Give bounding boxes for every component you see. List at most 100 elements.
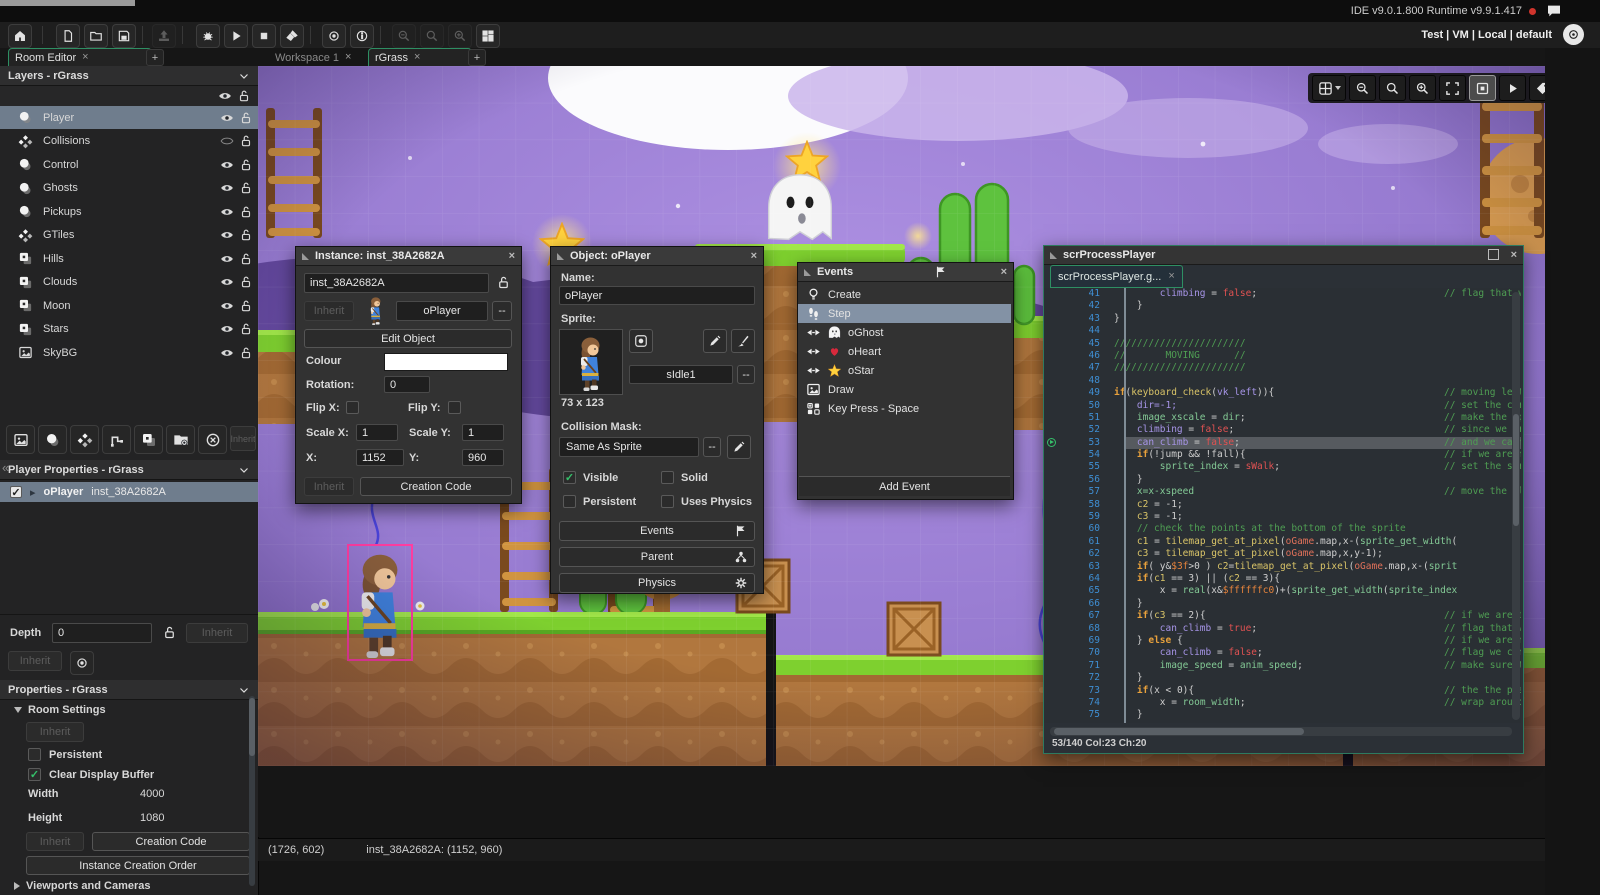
event-row-ostar[interactable]: oStar — [798, 361, 1011, 380]
size-inherit-button[interactable]: Inherit — [26, 832, 84, 851]
add-path-layer-button[interactable] — [102, 425, 131, 454]
open-project-button[interactable] — [84, 24, 108, 48]
object-window-titlebar[interactable]: Object: oPlayer — [551, 247, 763, 266]
event-row-oheart[interactable]: oHeart — [798, 342, 1011, 361]
scale-y-input[interactable]: 1 — [462, 424, 504, 441]
code-horizontal-scrollbar[interactable] — [1050, 727, 1512, 736]
height-value[interactable]: 1080 — [140, 812, 164, 824]
layer-lock-icon[interactable] — [239, 205, 253, 219]
code-line-51[interactable]: 51 image_xscale = dir;// make the spri — [1044, 412, 1521, 424]
event-row-oghost[interactable]: oGhost — [798, 323, 1011, 342]
save-project-button[interactable] — [112, 24, 136, 48]
code-line-73[interactable]: 73 if(x < 0){// the the playe — [1044, 685, 1521, 697]
target-button[interactable] — [322, 24, 346, 48]
target-manager-icon[interactable] — [1563, 24, 1584, 45]
code-line-49[interactable]: 49 if(keyboard_check(vk_left)){// moving … — [1044, 387, 1521, 399]
layer-row-player[interactable]: Player — [0, 106, 258, 129]
code-line-70[interactable]: 70 can_climb = false;// flag we cant — [1044, 647, 1521, 659]
layer-visibility-icon[interactable] — [220, 181, 234, 195]
instance-creation-code-button[interactable]: Creation Code — [360, 477, 512, 496]
grid-options-button[interactable] — [1312, 75, 1346, 101]
event-row-create[interactable]: Create — [798, 285, 1011, 304]
code-line-74[interactable]: 74 x = room_width;// wrap around t — [1044, 697, 1521, 709]
layer-lock-icon[interactable] — [239, 181, 253, 195]
zoom-reset-button[interactable] — [420, 24, 444, 48]
tab-rgrass[interactable]: rGrass — [368, 48, 472, 66]
scale-x-input[interactable]: 1 — [356, 424, 398, 441]
instance-creation-order-button[interactable]: Instance Creation Order — [26, 856, 250, 875]
sprite-combo[interactable]: sIdle1 — [629, 365, 733, 384]
events-window-titlebar[interactable]: Events — [798, 263, 1013, 282]
code-line-43[interactable]: 43} — [1044, 313, 1521, 325]
width-value[interactable]: 4000 — [140, 788, 164, 800]
canvas-zoom-reset-button[interactable] — [1379, 75, 1406, 101]
layer-lock-icon[interactable] — [239, 346, 253, 360]
sprite-paint-button[interactable] — [731, 329, 755, 353]
code-line-54[interactable]: 54 if(!jump && !fall){// if we are not — [1044, 449, 1521, 461]
layer-visibility-icon[interactable] — [220, 228, 234, 242]
code-line-52[interactable]: 52 climbing = false;// since we are — [1044, 424, 1521, 436]
export-button[interactable] — [152, 24, 176, 48]
run-button[interactable] — [224, 24, 248, 48]
code-line-68[interactable]: 68 can_climb = true;// flag that we — [1044, 623, 1521, 635]
code-line-48[interactable]: 48 — [1044, 375, 1521, 387]
room-settings-section[interactable]: Room Settings — [14, 704, 106, 716]
layer-lock-icon[interactable] — [239, 134, 253, 148]
close-icon[interactable] — [345, 52, 351, 63]
sprite-picker-button[interactable] — [629, 329, 653, 353]
object-picker-button[interactable]: -- — [492, 301, 512, 321]
layer-visibility-icon[interactable] — [220, 134, 234, 148]
clean-button[interactable] — [280, 24, 304, 48]
code-line-56[interactable]: 56 } — [1044, 474, 1521, 486]
close-icon[interactable] — [751, 251, 757, 262]
code-line-42[interactable]: 42 } — [1044, 300, 1521, 312]
code-line-75[interactable]: 75 } — [1044, 709, 1521, 721]
viewports-section[interactable]: Viewports and Cameras — [14, 880, 151, 892]
tab-room-editor[interactable]: Room Editor — [8, 48, 152, 66]
room-inherit-button[interactable]: Inherit — [26, 722, 84, 742]
layer-visibility-icon[interactable] — [220, 158, 234, 172]
zoom-out-button[interactable] — [392, 24, 416, 48]
layer-row-control[interactable]: Control — [0, 153, 258, 176]
code-line-44[interactable]: 44 — [1044, 325, 1521, 337]
edit-object-button[interactable]: Edit Object — [304, 329, 512, 348]
close-icon[interactable] — [414, 52, 420, 63]
layer-lock-icon[interactable] — [239, 111, 253, 125]
code-line-61[interactable]: 61 c1 = tilemap_get_at_pixel(oGame.map,x… — [1044, 536, 1521, 548]
canvas-fit-button[interactable] — [1439, 75, 1466, 101]
layer-visibility-icon[interactable] — [220, 275, 234, 289]
close-icon[interactable] — [509, 251, 515, 262]
layer-row-collisions[interactable]: Collisions — [0, 130, 258, 153]
collision-mask-more-button[interactable]: -- — [703, 437, 721, 457]
instance-list-row[interactable]: ▸ oPlayer inst_38A2682A — [0, 482, 258, 502]
visibility-all-eye-icon[interactable] — [218, 89, 232, 103]
rotation-input[interactable]: 0 — [384, 376, 430, 393]
home-button[interactable] — [8, 24, 32, 48]
event-row-step[interactable]: Step — [798, 304, 1011, 323]
add-event-button[interactable]: Add Event — [799, 476, 1010, 496]
layer-row-gtiles[interactable]: GTiles — [0, 224, 258, 247]
object-combo[interactable]: oPlayer — [396, 301, 488, 321]
build-config-text[interactable]: Test | VM | Local | default — [1421, 29, 1552, 41]
layer-row-moon[interactable]: Moon — [0, 294, 258, 317]
layer-visibility-icon[interactable] — [220, 299, 234, 313]
creation-code-button[interactable]: Creation Code — [92, 832, 250, 851]
code-line-64[interactable]: 64 if(c1 == 3) || (c2 == 3){ — [1044, 573, 1521, 585]
code-line-69[interactable]: 69 } else {// if we are not — [1044, 635, 1521, 647]
event-row-draw[interactable]: Draw — [798, 380, 1011, 399]
canvas-zoom-out-button[interactable] — [1349, 75, 1376, 101]
layer-visibility-icon[interactable] — [220, 346, 234, 360]
flip-x-checkbox[interactable] — [346, 401, 359, 414]
code-line-45[interactable]: 45/////////////////////// — [1044, 338, 1521, 350]
layer-row-ghosts[interactable]: Ghosts — [0, 177, 258, 200]
properties-panel-header[interactable]: Properties - rGrass — [0, 680, 258, 700]
uses-physics-checkbox[interactable] — [661, 495, 674, 508]
layer-visibility-icon[interactable] — [220, 111, 234, 125]
instance-checkbox[interactable] — [10, 486, 22, 498]
layer-lock-icon[interactable] — [239, 299, 253, 313]
visible-checkbox[interactable] — [563, 471, 576, 484]
add-tile-layer-button[interactable] — [70, 425, 99, 454]
code-editor[interactable]: 41 climbing = false;// flag that we c42 … — [1044, 288, 1521, 723]
name-lock-icon[interactable] — [496, 275, 511, 290]
add-effect-layer-button[interactable] — [166, 425, 195, 454]
